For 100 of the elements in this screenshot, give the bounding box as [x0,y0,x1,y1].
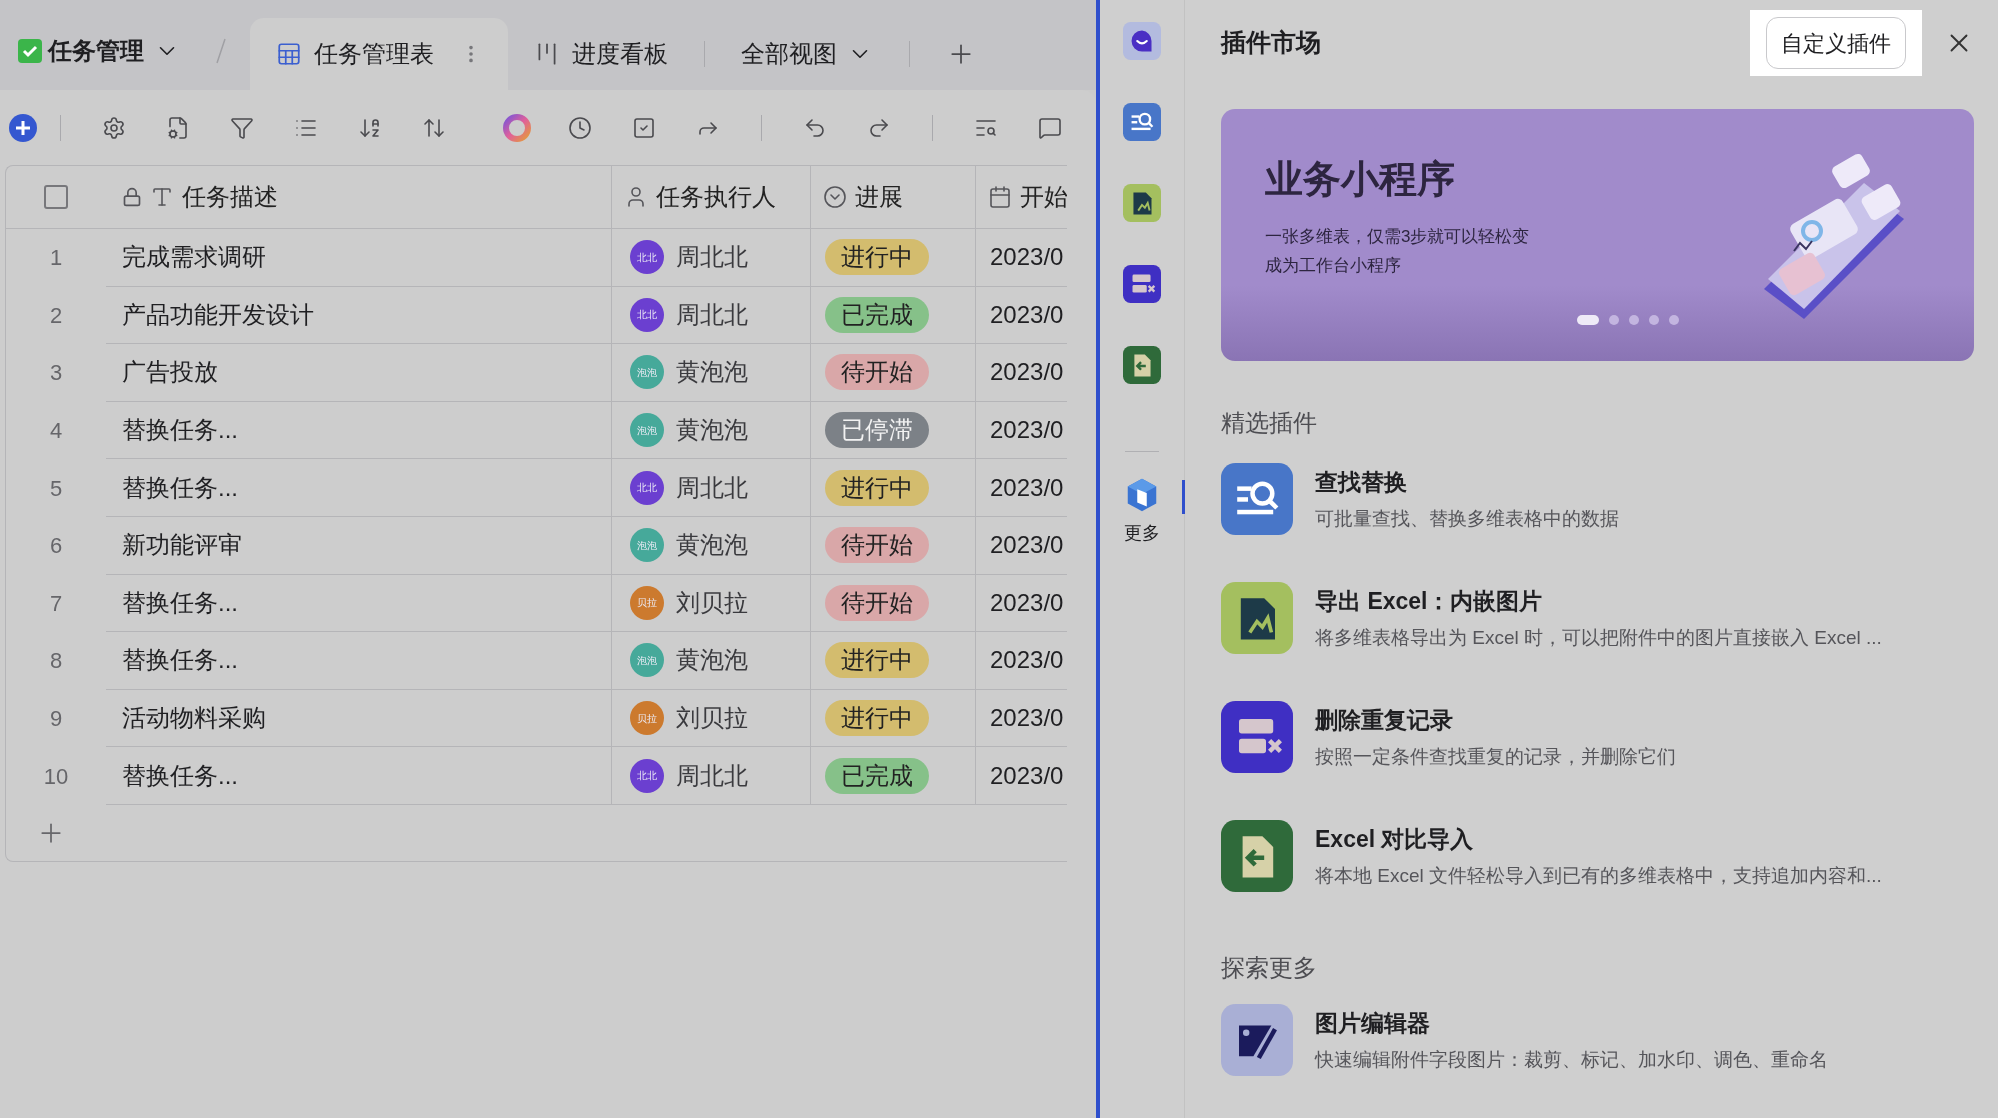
add-record-icon[interactable] [8,112,38,143]
panel-title: 插件市场 [1221,27,1322,59]
avatar: 北北 [630,240,664,275]
table-cell-text: 2023/0 [990,760,1064,791]
image-file-icon [1221,582,1293,654]
plugin-description: 快速编辑附件字段图片：裁剪、标记、加水印、调色、重命名 [1315,1048,1828,1072]
avatar: 北北 [630,470,664,505]
table-cell-text: 2023/0 [990,587,1064,618]
row-number: 3 [49,359,63,388]
row-number: 10 [43,762,69,791]
plugin-description: 将多维表格导出为 Excel 时，可以把附件中的图片直接嵌入 Excel ... [1315,626,1882,650]
plugin-name: 查找替换 [1315,467,1408,497]
status-tag: 待开始 [825,584,929,621]
checkbox-icon [18,39,42,63]
row-number: 5 [49,474,63,503]
status-tag: 待开始 [825,527,929,564]
avatar: 泡泡 [630,413,664,448]
table-cell-text: 替换任务... [122,760,238,791]
status-tag: 进行中 [825,239,929,276]
avatar: 北北 [630,758,664,793]
avatar: 贝拉 [630,585,664,620]
chat-bubble-icon [1123,22,1161,60]
status-tag: 待开始 [825,354,929,391]
plugin-item[interactable]: Excel 对比导入 将本地 Excel 文件轻松导入到已有的多维表格中，支持追加内容和... [1221,820,1974,892]
table-cell-text: 替换任务... [122,645,238,676]
table-cell-text: 2023/0 [990,530,1064,561]
status-tag: 进行中 [825,469,929,506]
row-number: 7 [49,589,63,618]
table-icon [276,41,302,67]
view-tab[interactable]: 任务管理表 [250,18,508,90]
table-cell-text: 2023/0 [990,242,1064,273]
table-cell-text: 黄泡泡 [676,645,748,676]
avatar: 泡泡 [630,355,664,390]
single-select-icon [823,185,847,209]
table-cell-text: 周北北 [676,760,748,791]
table-cell-text: 周北北 [676,472,748,503]
table-cell-text: 2023/0 [990,415,1064,446]
table-cell-text: 2023/0 [990,703,1064,734]
delete-rows-icon [1221,701,1293,773]
row-number: 9 [49,705,63,734]
table-cell-text: 替换任务... [122,415,238,446]
status-tag: 已停滞 [825,412,929,449]
lock-icon [122,187,142,207]
table-cell-text: 黄泡泡 [676,357,748,388]
table-cell-text: 周北北 [676,299,748,330]
table-cell-text: 替换任务... [122,472,238,503]
table-cell-text: 黄泡泡 [676,530,748,561]
table-cell-text: 新功能评审 [122,530,242,561]
section-title: 探索更多 [1221,953,1318,983]
base-title: 任务管理 [48,36,144,66]
table-cell-text: 活动物料采购 [122,703,266,734]
plugin-name: 删除重复记录 [1315,705,1454,735]
plugin-item[interactable]: 图片编辑器 快速编辑附件字段图片：裁剪、标记、加水印、调色、重命名 [1221,1004,1974,1076]
plugin-name: Excel 对比导入 [1315,824,1475,854]
table-cell-text: 替换任务... [122,587,238,618]
status-tag: 已完成 [825,296,929,333]
import-file-icon [1123,346,1161,384]
slash-divider [216,38,226,64]
banner-description: 一张多维表，仅需3步就可以轻松变 成为工作台小程序 [1265,226,1530,277]
column-header[interactable]: 任务执行人 [656,179,776,215]
column-header[interactable]: 任务描述 [182,179,278,215]
select-all-checkbox[interactable] [44,185,68,209]
view-selector[interactable]: 全部视图 [741,18,873,90]
column-header[interactable]: 进展 [855,179,903,215]
import-file-icon [1221,820,1293,892]
row-number: 6 [49,532,63,561]
table-cell-text: 2023/0 [990,357,1064,388]
plugin-item[interactable]: 删除重复记录 按照一定条件查找重复的记录，并删除它们 [1221,701,1974,773]
banner[interactable]: 业务小程序 一张多维表，仅需3步就可以轻松变 成为工作台小程序 [1221,109,1974,361]
avatar: 泡泡 [630,643,664,678]
plugin-name: 导出 Excel：内嵌图片 [1315,586,1544,616]
view-tab[interactable]: 进度看板 [508,18,694,90]
plugin-description: 可批量查找、替换多维表格中的数据 [1315,507,1619,531]
column-header[interactable]: 开始 [1020,179,1067,215]
table-cell-text: 周北北 [676,242,748,273]
image-edit-icon [1221,1004,1293,1076]
table-cell-text: 刘贝拉 [676,703,748,734]
row-number: 2 [49,301,63,330]
status-tag: 已完成 [825,757,929,794]
plugin-item[interactable]: 导出 Excel：内嵌图片 将多维表格导出为 Excel 时，可以把附件中的图片直接嵌入 Excel ... [1221,582,1974,654]
text-field-icon [150,185,174,209]
table-cell-text: 黄泡泡 [676,415,748,446]
avatar: 泡泡 [630,528,664,563]
search-list-icon [1123,103,1161,141]
row-number: 8 [49,647,63,676]
plugin-item[interactable]: 查找替换 可批量查找、替换多维表格中的数据 [1221,463,1974,535]
table-cell-text: 2023/0 [990,299,1064,330]
table-cell-text: 2023/0 [990,472,1064,503]
row-number: 1 [49,244,63,273]
table-cell-text: 2023/0 [990,645,1064,676]
table-cell-text: 产品功能开发设计 [122,299,314,330]
ring-icon[interactable] [501,111,533,144]
calendar-icon [988,185,1012,209]
table-cell-text: 广告投放 [122,357,218,388]
image-file-icon [1123,184,1161,222]
status-tag: 进行中 [825,642,929,679]
table-cell-text: 刘贝拉 [676,587,748,618]
section-title: 精选插件 [1221,408,1318,438]
rail-more-item[interactable]: 更多 [1100,476,1184,547]
custom-plugin-button[interactable]: 自定义插件 [1766,17,1906,69]
